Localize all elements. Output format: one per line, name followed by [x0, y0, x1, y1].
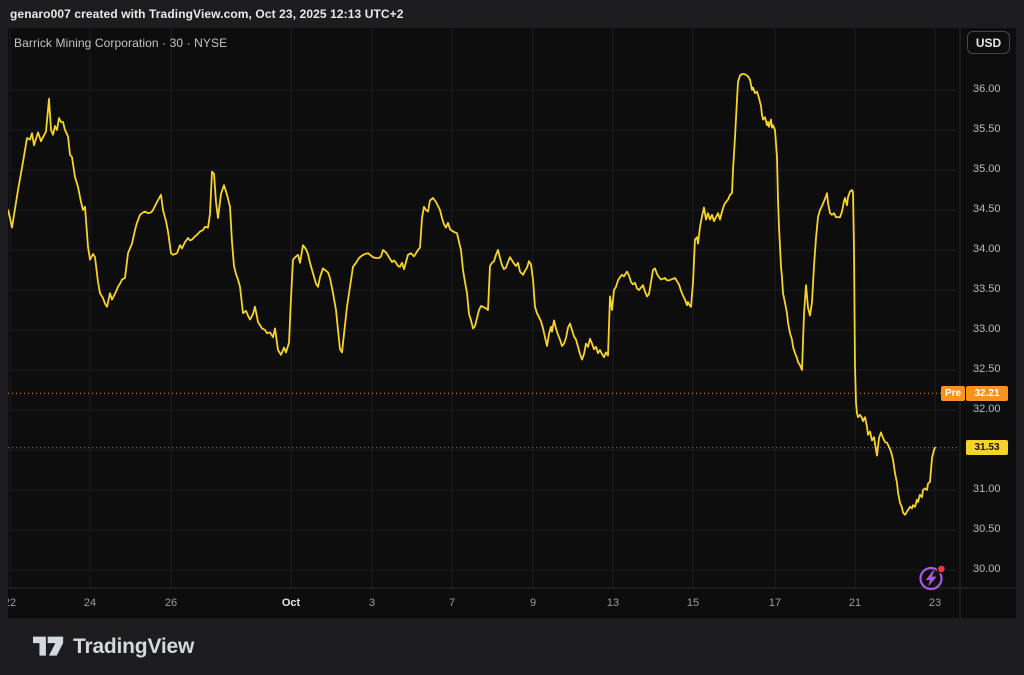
notification-dot — [937, 565, 945, 573]
price-tick-label: 30.00 — [973, 563, 1001, 575]
footer-bar: TradingView — [0, 618, 1024, 675]
time-axis[interactable]: 22 24 26 Oct 3 7 9 13 15 17 21 23 — [8, 588, 1016, 618]
chart-panel: Barrick Mining Corporation · 30 · NYSE U… — [8, 28, 1016, 618]
time-tick-label: 3 — [369, 597, 375, 609]
time-tick-label: 15 — [687, 597, 699, 609]
price-chart — [8, 28, 1016, 618]
brand-name: TradingView — [73, 635, 194, 659]
price-tick-label: 32.50 — [973, 363, 1001, 375]
time-tick-label: Oct — [282, 597, 300, 609]
time-tick-label: 24 — [84, 597, 96, 609]
flash-boost-icon[interactable] — [915, 562, 949, 596]
price-tick-label: 34.00 — [973, 243, 1001, 255]
price-axis[interactable]: 36.00 35.50 35.00 34.50 34.00 33.50 33.00 32.50… — [965, 28, 1016, 588]
price-tick-label: 33.00 — [973, 323, 1001, 335]
pre-market-price-badge: 32.21 — [966, 386, 1008, 401]
currency-button[interactable]: USD — [967, 31, 1010, 54]
time-tick-label: 13 — [607, 597, 619, 609]
time-tick-label: 22 — [8, 597, 16, 609]
price-tick-label: 32.00 — [973, 403, 1001, 415]
price-tick-label: 35.00 — [973, 163, 1001, 175]
price-tick-label: 30.50 — [973, 523, 1001, 535]
time-tick-label: 9 — [530, 597, 536, 609]
last-price-badge: 31.53 — [966, 440, 1008, 455]
time-tick-label: 21 — [849, 597, 861, 609]
time-tick-label: 26 — [165, 597, 177, 609]
time-tick-label: 7 — [449, 597, 455, 609]
time-tick-label: 17 — [769, 597, 781, 609]
time-tick-label: 23 — [929, 597, 941, 609]
attribution-bar: genaro007 created with TradingView.com, … — [0, 0, 1024, 28]
price-tick-label: 34.50 — [973, 203, 1001, 215]
lightning-bolt-icon — [926, 571, 937, 587]
chart-legend[interactable]: Barrick Mining Corporation · 30 · NYSE — [14, 34, 227, 52]
price-tick-label: 35.50 — [973, 123, 1001, 135]
pre-market-badge: Pre — [941, 386, 965, 401]
price-tick-label: 36.00 — [973, 83, 1001, 95]
price-tick-label: 33.50 — [973, 283, 1001, 295]
attribution-text: genaro007 created with TradingView.com, … — [0, 7, 404, 21]
tradingview-logo[interactable]: TradingView — [33, 635, 194, 659]
symbol-title: Barrick Mining Corporation · 30 · NYSE — [14, 36, 227, 50]
tradingview-mark-icon — [33, 635, 64, 659]
price-tick-label: 31.00 — [973, 483, 1001, 495]
